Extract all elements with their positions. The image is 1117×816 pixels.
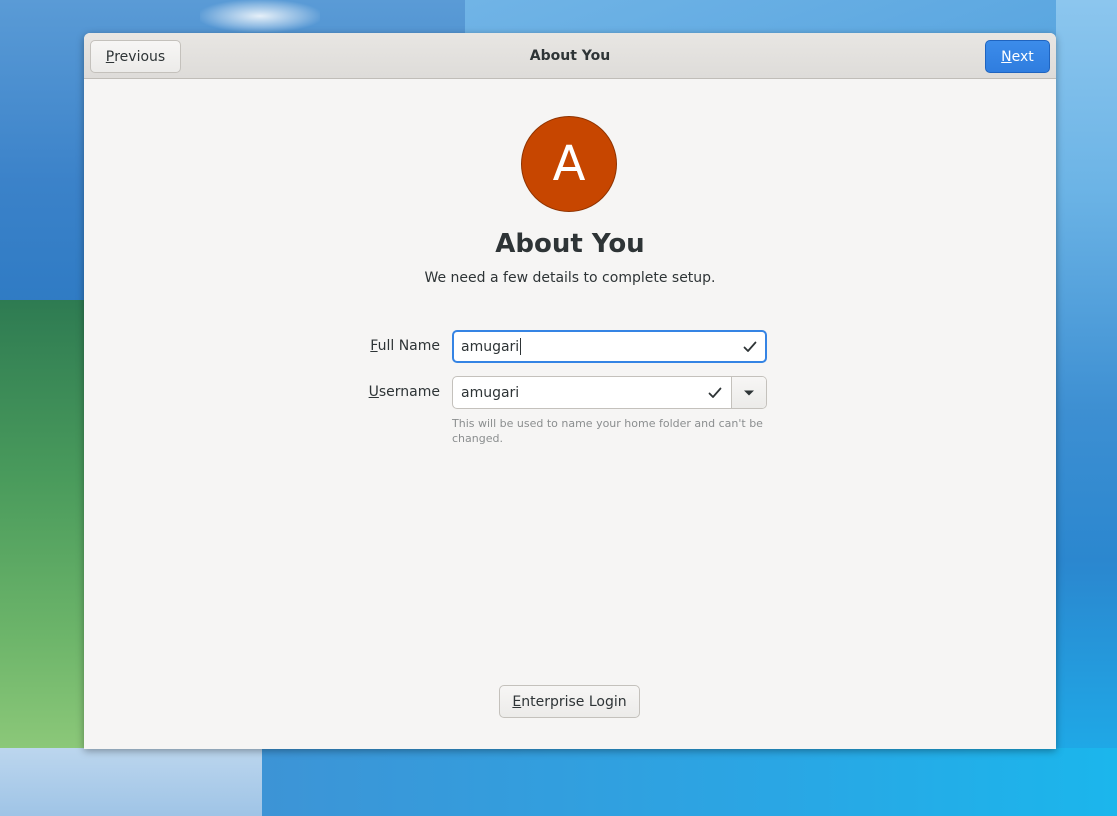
- avatar[interactable]: A: [521, 116, 617, 212]
- next-label: ext: [1011, 48, 1034, 65]
- wallpaper-shape: [0, 748, 265, 816]
- mnemonic-letter: N: [1001, 48, 1012, 65]
- full-name-value-wrap: amugari: [461, 332, 522, 361]
- username-label: Username: [300, 384, 440, 400]
- chevron-down-icon: [743, 385, 755, 401]
- mnemonic-letter: F: [370, 338, 378, 354]
- wallpaper-shape: [1056, 0, 1117, 748]
- mnemonic-letter: E: [512, 693, 522, 710]
- check-icon: [743, 332, 757, 361]
- next-button[interactable]: Next: [985, 40, 1050, 73]
- enterprise-login-button[interactable]: Enterprise Login: [499, 685, 640, 718]
- mnemonic-letter: P: [105, 48, 115, 65]
- avatar-initial: A: [552, 136, 586, 192]
- page-title: About You: [495, 229, 645, 259]
- username-label-text: sername: [378, 384, 440, 400]
- headerbar: Previous About You Next: [84, 33, 1056, 79]
- check-icon: [708, 377, 722, 408]
- username-hint: This will be used to name your home fold…: [452, 417, 763, 445]
- wallpaper-shape: [262, 748, 1117, 816]
- full-name-label-text: ull Name: [377, 338, 440, 354]
- setup-window: Previous About You Next A About You We n…: [84, 33, 1056, 749]
- wallpaper-cloud: [200, 0, 320, 32]
- full-name-value: amugari: [461, 338, 520, 355]
- page-subtitle: We need a few details to complete setup.: [424, 270, 716, 286]
- username-value: amugari: [461, 384, 520, 401]
- mnemonic-letter: U: [368, 384, 379, 400]
- username-dropdown-button[interactable]: [732, 377, 766, 408]
- wallpaper-shape: [0, 300, 90, 750]
- window-title: About You: [529, 48, 611, 64]
- full-name-input[interactable]: amugari: [452, 330, 767, 363]
- full-name-label: Full Name: [300, 338, 440, 354]
- text-cursor: [520, 338, 522, 355]
- enterprise-login-label: nterprise Login: [521, 693, 627, 710]
- username-value-wrap: amugari: [461, 377, 519, 408]
- previous-button[interactable]: Previous: [90, 40, 181, 73]
- username-combo[interactable]: amugari: [452, 376, 767, 409]
- previous-label: revious: [114, 48, 166, 65]
